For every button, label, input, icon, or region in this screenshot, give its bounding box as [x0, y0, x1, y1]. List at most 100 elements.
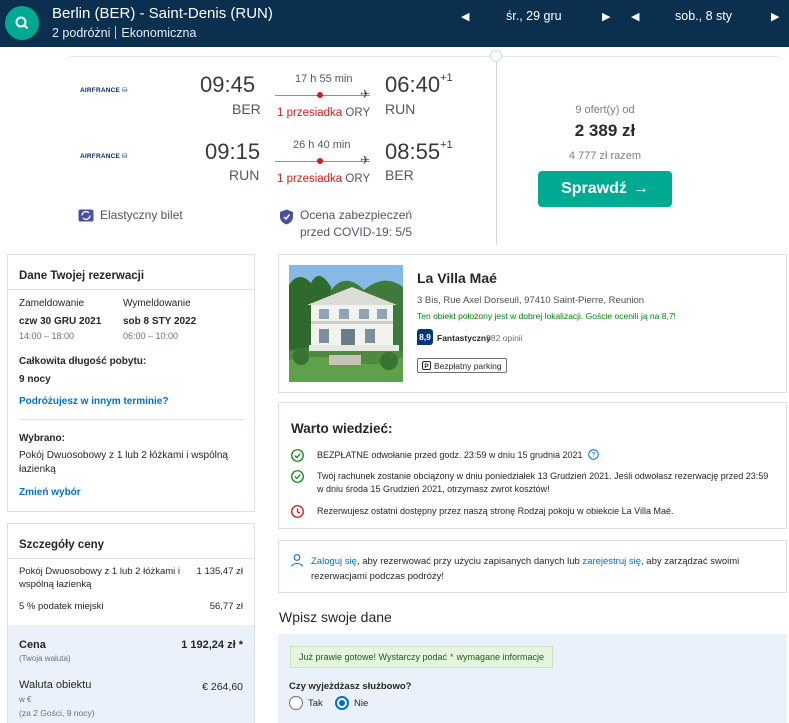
- return-next-arrow-icon[interactable]: ▶: [771, 10, 779, 23]
- register-link[interactable]: zarejestruj się: [582, 556, 641, 567]
- covid-rating-line1: Ocena zabezpieczeń: [300, 208, 413, 222]
- outbound-stops[interactable]: 1 przesiadka ORY: [277, 107, 370, 119]
- plane-icon: ✈: [360, 153, 371, 167]
- info-icon[interactable]: ?: [588, 449, 599, 460]
- depart-date[interactable]: śr., 29 gru: [506, 9, 562, 23]
- tax-value: 56,77 zł: [209, 601, 243, 612]
- airline-logo: AIRFRANCE ⛁: [80, 87, 128, 94]
- required-info-text-2: wymagane informacje: [456, 652, 545, 662]
- check-circle-icon: [291, 470, 304, 483]
- required-info-notice: Już prawie gotowe! Wystarczy podać * wymag…: [290, 646, 554, 668]
- selected-room-line2: łazienką: [19, 464, 56, 475]
- plane-icon: ✈: [360, 87, 371, 101]
- other-dates-link[interactable]: Podróżujesz w innym terminie?: [19, 396, 168, 407]
- required-info-text-1: Już prawie gotowe! Wystarczy podać: [299, 652, 447, 662]
- checkin-label: Zameldowanie: [19, 298, 85, 309]
- flexible-ticket-label: Elastyczny bilet: [100, 208, 183, 222]
- selected-room-line1: Pokój Dwuosobowy z 1 lub 2 łóżkami i wsp…: [19, 450, 228, 461]
- price-value: 1 192,24 zł *: [181, 639, 243, 651]
- check-flight-button[interactable]: Sprawdź →: [538, 171, 672, 207]
- stay-length-label: Całkowita długość pobytu:: [19, 356, 147, 367]
- business-trip-yes-radio[interactable]: Tak: [289, 696, 323, 710]
- offers-count: 9 ofert(y) od: [575, 104, 635, 116]
- required-star: *: [449, 652, 454, 662]
- signin-text: Zaloguj się, aby rezerwować przy użyciu …: [291, 554, 771, 584]
- signin-text-part1: , aby rezerwować przy użyciu zapisanych …: [356, 556, 583, 567]
- change-selection-link[interactable]: Zmień wybór: [19, 487, 81, 498]
- room-line2: wspólną łazienką: [19, 579, 92, 590]
- price-details-title: Szczegóły ceny: [19, 539, 105, 551]
- return-departure-code: RUN: [229, 167, 260, 183]
- travel-details[interactable]: 2 podróżni Ekonomiczna: [52, 26, 196, 40]
- reservation-details-panel: Dane Twojej rezerwacji Zameldowanie czw …: [7, 254, 255, 512]
- enter-details-title: Wpisz swoje dane: [279, 609, 392, 625]
- price-details-panel: Szczegóły ceny Pokój Dwuosobowy z 1 lub …: [7, 523, 255, 723]
- guests-note: (za 2 Gości, 9 nocy): [19, 708, 95, 718]
- business-trip-no-label: Nie: [354, 697, 369, 709]
- stay-length-value: 9 nocy: [19, 374, 51, 385]
- outbound-stop-dot: [317, 92, 323, 98]
- covid-rating[interactable]: Ocena zabezpieczeń przed COVID-19: 5/5: [300, 207, 412, 241]
- last-room-text: Rezerwujesz ostatni dostępny przez naszą…: [317, 506, 674, 516]
- card-notch: [490, 50, 502, 62]
- outbound-arrival-time: 06:40+1: [385, 72, 453, 97]
- check-flight-label: Sprawdź: [561, 180, 627, 197]
- divider: [19, 419, 243, 420]
- return-departure-time: 09:15: [205, 139, 261, 164]
- svg-text:P: P: [424, 363, 429, 370]
- price-label: Cena: [19, 639, 46, 651]
- price-summary: Cena 1 192,24 zł * (Twoja waluta) Waluta…: [8, 625, 254, 723]
- return-stops[interactable]: 1 przesiadka ORY: [277, 173, 370, 185]
- hotel-name[interactable]: La Villa Maé: [417, 270, 497, 286]
- worth-knowing-title: Warto wiedzieć:: [291, 421, 393, 436]
- parking-icon: P: [422, 361, 431, 370]
- svg-text:?: ?: [592, 452, 596, 459]
- property-currency-value: € 264,60: [202, 681, 243, 693]
- depart-next-arrow-icon[interactable]: ▶: [602, 10, 610, 23]
- card-vertical-divider: [496, 55, 497, 245]
- business-trip-question: Czy wyjeżdżasz służbowo?: [289, 681, 412, 692]
- return-stop-dot: [317, 158, 323, 164]
- shield-icon: [280, 209, 293, 225]
- checkout-time: 06:00 – 10:00: [123, 331, 179, 341]
- worth-knowing-panel: Warto wiedzieć: BEZPŁATNE odwołanie prze…: [278, 402, 787, 529]
- arrow-right-icon: →: [632, 180, 649, 197]
- airline-logo: AIRFRANCE ⛁: [80, 153, 128, 160]
- room-line1: Pokój Dwuosobowy z 1 lub 2 łóżkami i: [19, 566, 181, 577]
- flight-price: 2 389 zł: [574, 121, 636, 140]
- signin-link[interactable]: Zaloguj się: [311, 556, 357, 567]
- property-currency-label: Waluta obiektu: [19, 679, 92, 691]
- outbound-duration: 17 h 55 min: [295, 73, 353, 85]
- tax-label: 5 % podatek miejski: [19, 601, 104, 612]
- hotel-card: La Villa Maé 3 Bis, Rue Axel Dorseuil, 9…: [278, 254, 787, 393]
- depart-prev-arrow-icon[interactable]: ◀: [461, 10, 469, 23]
- flexible-ticket-badge[interactable]: Elastyczny bilet: [78, 208, 183, 222]
- return-prev-arrow-icon[interactable]: ◀: [631, 10, 639, 23]
- payment-info-text: Twój rachunek zostanie obciążony w dniu …: [317, 471, 769, 494]
- review-count: · 382 opinii: [481, 333, 523, 343]
- search-button[interactable]: [5, 6, 39, 40]
- radio-circle[interactable]: [289, 696, 303, 710]
- covid-rating-line2: przed COVID-19: 5/5: [300, 225, 413, 239]
- return-date[interactable]: sob., 8 sty: [675, 9, 732, 23]
- radio-circle-selected[interactable]: [335, 696, 349, 710]
- free-cancellation-text: BEZPŁATNE odwołanie przed godz. 23:59 w …: [317, 450, 583, 460]
- return-arrival-time: 08:55+1: [385, 139, 453, 164]
- checkin-time: 14:00 – 18:00: [19, 331, 75, 341]
- free-parking-label: Bezpłatny parking: [434, 360, 502, 371]
- cabin-class: Ekonomiczna: [121, 26, 197, 40]
- divider: [8, 558, 254, 559]
- hotel-photo[interactable]: [289, 265, 403, 382]
- hotel-photo-image: [289, 265, 403, 382]
- checkout-date: sob 8 STY 2022: [123, 316, 197, 327]
- checkout-label: Wymeldowanie: [123, 298, 191, 309]
- route-title[interactable]: Berlin (BER) - Saint-Denis (RUN): [52, 5, 273, 22]
- business-trip-no-radio[interactable]: Nie: [335, 696, 368, 710]
- return-arrival-code: BER: [385, 167, 414, 183]
- hotel-address: 3 Bis, Rue Axel Dorseuil, 97410 Saint-Pi…: [417, 295, 645, 306]
- clock-icon: [291, 505, 304, 518]
- outbound-arrival-code: RUN: [385, 101, 416, 117]
- divider: [115, 26, 117, 39]
- currency-note: (Twoja waluta): [19, 654, 71, 663]
- card-divider: [70, 56, 778, 57]
